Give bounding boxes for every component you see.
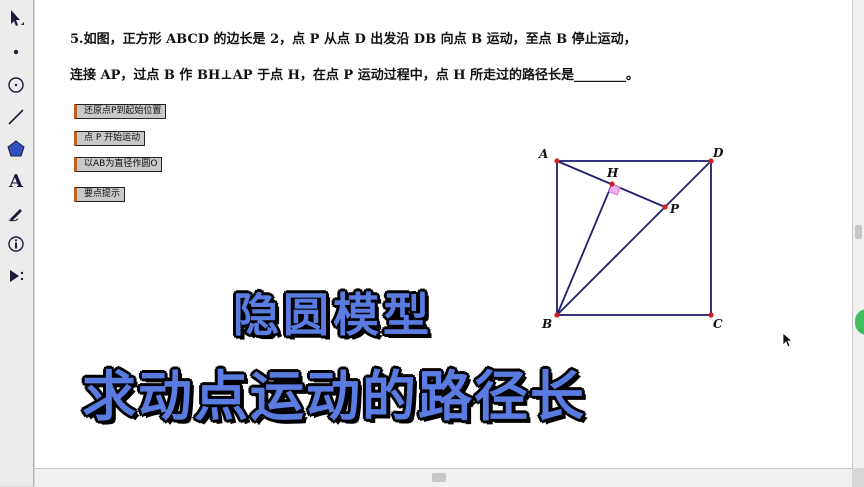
mouse-cursor-icon — [782, 332, 794, 348]
point-h[interactable] — [609, 181, 615, 187]
label-p: P — [669, 202, 680, 216]
diagonal-db — [556, 160, 712, 316]
vertical-scrollbar[interactable] — [852, 0, 864, 468]
overlay-title: 隐圆模型 — [233, 288, 433, 342]
overlay-subtitle: 求动点运动的路径长 — [82, 365, 586, 428]
horizontal-scroll-thumb[interactable] — [432, 473, 446, 482]
point-b[interactable] — [554, 312, 560, 318]
label-c: C — [713, 317, 723, 331]
horizontal-scrollbar[interactable] — [35, 468, 852, 487]
vertical-scroll-thumb[interactable] — [855, 225, 862, 239]
label-a: A — [538, 147, 548, 161]
label-h: H — [606, 166, 619, 180]
label-d: D — [712, 146, 724, 160]
point-p[interactable] — [662, 204, 668, 210]
point-a[interactable] — [554, 158, 560, 164]
label-b: B — [541, 317, 552, 331]
segment-bh — [556, 183, 613, 316]
